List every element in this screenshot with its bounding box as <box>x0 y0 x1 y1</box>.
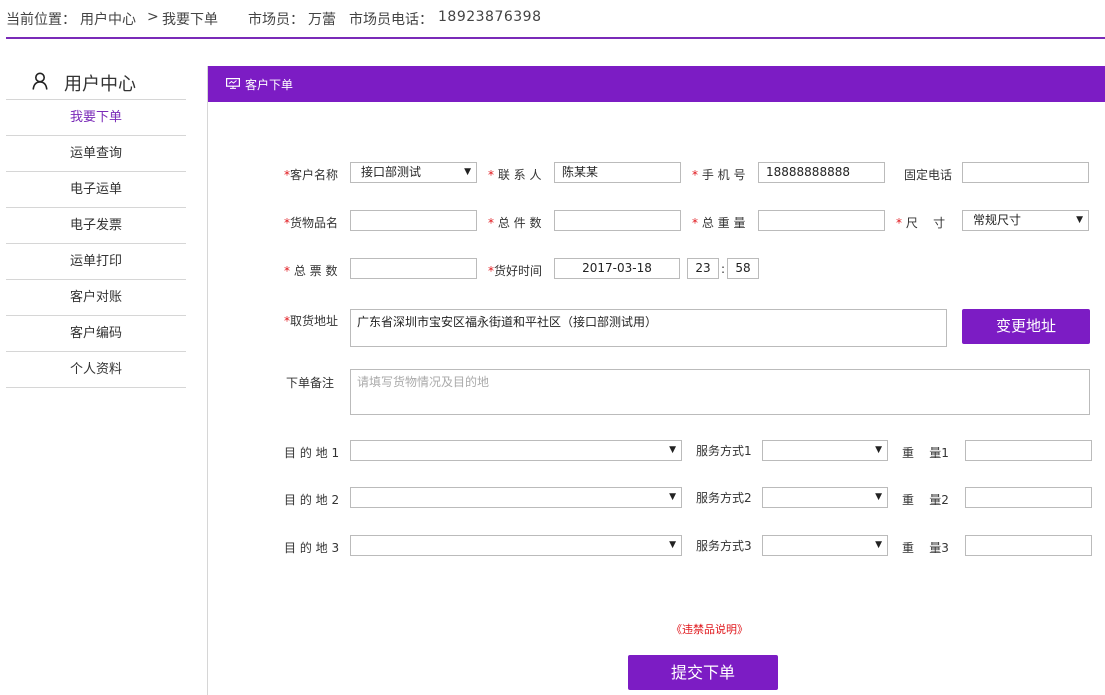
sidebar-item-e-invoice[interactable]: 电子发票 <box>6 208 186 244</box>
dropdown-arrow-icon: ▼ <box>875 492 882 502</box>
pieces-input[interactable] <box>554 210 681 231</box>
submit-order-button[interactable]: 提交下单 <box>628 655 778 690</box>
size-select[interactable]: 常规尺寸 ▼ <box>962 210 1089 231</box>
destination-1-select[interactable]: ▼ <box>350 440 682 461</box>
ready-minute-input[interactable]: 58 <box>727 258 759 279</box>
service-3-label: 服务方式3 <box>696 539 752 553</box>
weight-1-input[interactable] <box>965 440 1092 461</box>
service-2-select[interactable]: ▼ <box>762 487 888 508</box>
dropdown-arrow-icon: ▼ <box>669 492 676 502</box>
ready-date-input[interactable]: 2017-03-18 <box>554 258 680 279</box>
contact-input[interactable]: 陈某某 <box>554 162 681 183</box>
landline-label: 固定电话 <box>904 168 953 182</box>
breadcrumb-separator: > <box>147 9 159 25</box>
dropdown-arrow-icon: ▼ <box>464 167 471 177</box>
pickup-address-field[interactable]: 广东省深圳市宝安区福永街道和平社区（接口部测试用） <box>350 309 947 347</box>
destination-2-label: 目 的 地 2 <box>284 493 340 507</box>
dropdown-arrow-icon: ▼ <box>1076 215 1083 225</box>
sidebar-title: 用户中心 <box>64 74 136 95</box>
panel-header: 客户下单 <box>208 66 1105 102</box>
salesman-name: 万蕾 <box>308 12 336 28</box>
pieces-label: * 总 件 数 <box>488 216 542 230</box>
sidebar-item-customer-code[interactable]: 客户编码 <box>6 316 186 352</box>
content-divider <box>207 66 208 695</box>
pickup-address-label: *取货地址 <box>284 314 339 328</box>
sidebar-item-place-order[interactable]: 我要下单 <box>6 100 186 136</box>
dropdown-arrow-icon: ▼ <box>875 445 882 455</box>
service-2-label: 服务方式2 <box>696 491 752 505</box>
destination-3-label: 目 的 地 3 <box>284 541 340 555</box>
destination-1-label: 目 的 地 1 <box>284 446 340 460</box>
mobile-input[interactable]: 18888888888 <box>758 162 885 183</box>
dropdown-arrow-icon: ▼ <box>669 445 676 455</box>
top-bar: 当前位置： 用户中心 > 我要下单 市场员： 万蕾 市场员电话： 1892387… <box>6 0 1105 39</box>
breadcrumb-prefix: 当前位置： <box>6 12 76 28</box>
contact-label: * 联 系 人 <box>488 168 542 182</box>
salesman-phone-label: 市场员电话： <box>349 12 433 28</box>
breadcrumb-root[interactable]: 用户中心 <box>80 9 136 29</box>
goods-name-input[interactable] <box>350 210 477 231</box>
dropdown-arrow-icon: ▼ <box>669 540 676 550</box>
monitor-icon <box>226 78 240 89</box>
destination-2-select[interactable]: ▼ <box>350 487 682 508</box>
change-address-button[interactable]: 变更地址 <box>962 309 1090 344</box>
remark-label: 下单备注 <box>286 376 335 390</box>
tickets-label: * 总 票 数 <box>284 264 338 278</box>
user-icon <box>32 72 48 90</box>
weight-2-input[interactable] <box>965 487 1092 508</box>
sidebar-item-waybill-query[interactable]: 运单查询 <box>6 136 186 172</box>
panel-title: 客户下单 <box>245 78 294 92</box>
service-1-label: 服务方式1 <box>696 444 752 458</box>
weight-2-label: 重 量2 <box>902 493 949 507</box>
mobile-label: * 手 机 号 <box>692 168 746 182</box>
sidebar-item-reconciliation[interactable]: 客户对账 <box>6 280 186 316</box>
salesman-label: 市场员： <box>248 12 304 28</box>
weight-1-label: 重 量1 <box>902 446 949 460</box>
sidebar-header: 用户中心 <box>6 64 186 100</box>
landline-input[interactable] <box>962 162 1089 183</box>
goods-name-label: *货物品名 <box>284 216 339 230</box>
ready-time-label: *货好时间 <box>488 264 543 278</box>
weight-input[interactable] <box>758 210 885 231</box>
service-1-select[interactable]: ▼ <box>762 440 888 461</box>
destination-3-select[interactable]: ▼ <box>350 535 682 556</box>
breadcrumb-current: 我要下单 <box>162 12 218 28</box>
weight-3-label: 重 量3 <box>902 541 949 555</box>
customer-name-label: *客户名称 <box>284 168 339 182</box>
sidebar-item-waybill-print[interactable]: 运单打印 <box>6 244 186 280</box>
weight-3-input[interactable] <box>965 535 1092 556</box>
customer-name-select[interactable]: 接口部测试 ▼ <box>350 162 477 183</box>
sidebar-item-e-waybill[interactable]: 电子运单 <box>6 172 186 208</box>
size-label: * 尺 寸 <box>896 216 946 230</box>
weight-label: * 总 重 量 <box>692 216 746 230</box>
prohibited-items-link[interactable]: 《违禁品说明》 <box>671 621 748 637</box>
time-separator: : <box>721 262 726 276</box>
dropdown-arrow-icon: ▼ <box>875 540 882 550</box>
ready-hour-input[interactable]: 23 <box>687 258 719 279</box>
remark-textarea[interactable]: 请填写货物情况及目的地 <box>350 369 1090 415</box>
salesman-phone: 18923876398 <box>438 9 542 25</box>
sidebar-item-profile[interactable]: 个人资料 <box>6 352 186 388</box>
tickets-input[interactable] <box>350 258 477 279</box>
service-3-select[interactable]: ▼ <box>762 535 888 556</box>
sidebar: 用户中心 我要下单 运单查询 电子运单 电子发票 运单打印 客户对账 客户编码 … <box>6 64 186 388</box>
